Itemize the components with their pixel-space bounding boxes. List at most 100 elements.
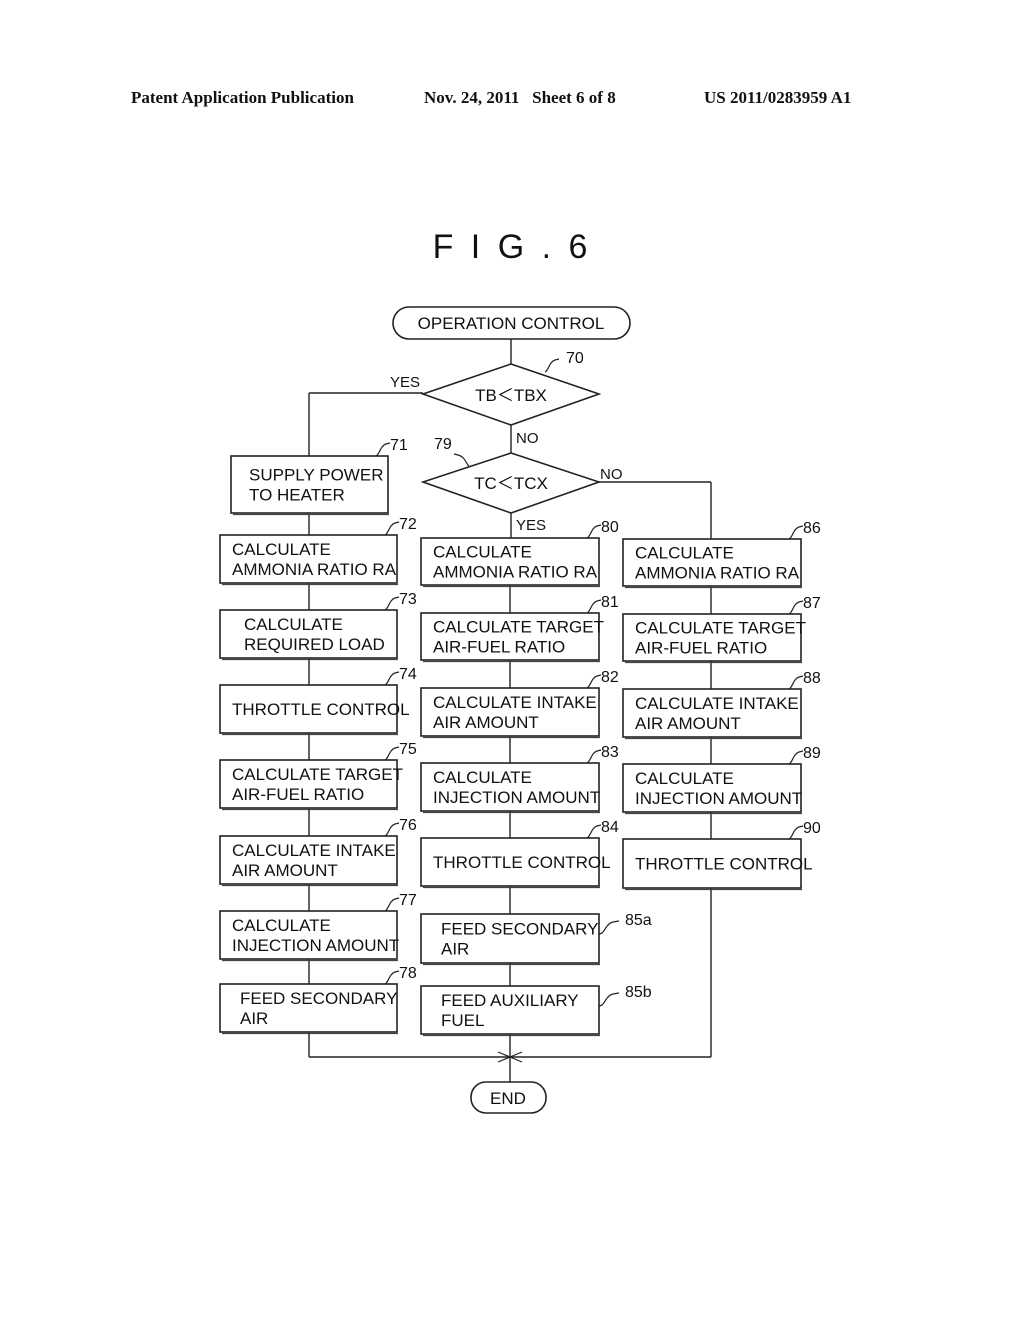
process-box-81: CALCULATE TARGETAIR-FUEL RATIO (420, 612, 604, 663)
leader-71 (375, 442, 391, 457)
process-box-text: SUPPLY POWER (249, 466, 383, 485)
ref-74: 74 (399, 666, 417, 683)
decision-70-yes-label: YES (390, 374, 420, 391)
leader-86 (788, 525, 804, 540)
process-box-text: FEED AUXILIARY (441, 991, 579, 1010)
ref-86: 86 (803, 520, 821, 537)
process-box-text: AIR AMOUNT (635, 714, 741, 733)
decision-79-yes-label: YES (516, 517, 546, 534)
process-box-text: FEED SECONDARY (441, 920, 598, 939)
process-box-text: THROTTLE CONTROL (433, 853, 611, 872)
ref-88: 88 (803, 670, 821, 687)
decision-79-text: TC＜TCX (474, 474, 548, 493)
process-box-90: THROTTLE CONTROL (622, 838, 813, 891)
leader-85b (598, 992, 620, 1007)
ref-89: 89 (803, 745, 821, 762)
process-box-text: CALCULATE (433, 768, 532, 787)
leader-81 (586, 599, 602, 614)
ref-84: 84 (601, 819, 619, 836)
process-box-text: AIR (441, 940, 469, 959)
leader-85a (598, 920, 620, 935)
process-box-text: AIR (240, 1009, 268, 1028)
process-box-text: AIR-FUEL RATIO (635, 639, 767, 658)
process-box-83: CALCULATEINJECTION AMOUNT (420, 762, 600, 814)
ref-71: 71 (390, 437, 408, 454)
process-box-76: CALCULATE INTAKEAIR AMOUNT (219, 835, 398, 887)
process-box-84: THROTTLE CONTROL (420, 837, 611, 889)
ref-87: 87 (803, 595, 821, 612)
start-terminal: OPERATION CONTROL (392, 306, 631, 340)
process-box-text: CALCULATE (244, 615, 343, 634)
process-box-text: INJECTION AMOUNT (635, 789, 802, 808)
leader-75 (384, 746, 400, 761)
end-terminal-text: END (490, 1089, 526, 1108)
leader-83 (586, 749, 602, 764)
process-box-73: CALCULATEREQUIRED LOAD (219, 609, 398, 661)
process-box-text: AMMONIA RATIO RA (433, 563, 598, 582)
process-box-80: CALCULATEAMMONIA RATIO RA (420, 537, 600, 588)
leader-74 (384, 671, 400, 686)
leader-84 (586, 824, 602, 839)
process-box-text: CALCULATE (635, 769, 734, 788)
process-box-text: AIR-FUEL RATIO (433, 638, 565, 657)
process-box-text: AIR AMOUNT (232, 861, 338, 880)
process-box-text: THROTTLE CONTROL (635, 855, 813, 874)
ref-80: 80 (601, 519, 619, 536)
process-box-88: CALCULATE INTAKEAIR AMOUNT (622, 688, 802, 740)
decision-70-text: TB＜TBX (475, 386, 547, 405)
leader-79 (453, 453, 471, 468)
flowchart: OPERATION CONTROL TB＜TBX 70 YES NO TC＜TCX 79 NO… (219, 306, 821, 1114)
end-terminal: END (470, 1081, 547, 1114)
process-box-text: CALCULATE TARGET (433, 618, 604, 637)
ref-82: 82 (601, 669, 619, 686)
leader-90 (788, 825, 804, 840)
ref-76: 76 (399, 817, 417, 834)
leader-76 (384, 822, 400, 837)
process-box-text: INJECTION AMOUNT (232, 936, 399, 955)
process-box-71: SUPPLY POWERTO HEATER (230, 455, 389, 516)
process-box-89: CALCULATEINJECTION AMOUNT (622, 763, 802, 815)
process-box-text: INJECTION AMOUNT (433, 788, 600, 807)
decision-70: TB＜TBX (420, 363, 602, 426)
leader-80 (586, 524, 602, 539)
ref-85b: 85b (625, 984, 652, 1001)
leader-70 (544, 358, 560, 373)
process-box-text: CALCULATE TARGET (635, 619, 806, 638)
ref-79: 79 (434, 436, 452, 453)
process-box-text: CALCULATE INTAKE (433, 693, 597, 712)
process-box-text: CALCULATE INTAKE (635, 694, 799, 713)
ref-75: 75 (399, 741, 417, 758)
process-box-text: THROTTLE CONTROL (232, 700, 410, 719)
process-box-text: TO HEATER (249, 486, 345, 505)
start-terminal-text: OPERATION CONTROL (418, 314, 605, 333)
process-box-86: CALCULATEAMMONIA RATIO RA (622, 538, 802, 589)
process-box-text: FUEL (441, 1011, 484, 1030)
process-box-75: CALCULATE TARGETAIR-FUEL RATIO (219, 759, 403, 811)
ref-78: 78 (399, 965, 417, 982)
nodes: OPERATION CONTROL TB＜TBX 70 YES NO TC＜TCX 79 NO… (219, 306, 821, 1114)
process-box-text: AIR-FUEL RATIO (232, 785, 364, 804)
decision-70-no-label: NO (516, 430, 539, 447)
leader-89 (788, 750, 804, 765)
process-box-text: CALCULATE INTAKE (232, 841, 396, 860)
process-box-text: AMMONIA RATIO RA (635, 564, 800, 583)
process-box-78: FEED SECONDARYAIR (219, 983, 398, 1035)
ref-73: 73 (399, 591, 417, 608)
leader-88 (788, 675, 804, 690)
decision-79-no-label: NO (600, 466, 623, 483)
process-box-72: CALCULATEAMMONIA RATIO RA (219, 534, 398, 586)
ref-85a: 85a (625, 912, 652, 929)
process-box-74: THROTTLE CONTROL (219, 684, 410, 736)
leader-82 (586, 674, 602, 689)
process-box-text: CALCULATE (232, 540, 331, 559)
process-box-text: CALCULATE (232, 916, 331, 935)
leader-77 (384, 897, 400, 912)
process-box-text: FEED SECONDARY (240, 989, 397, 1008)
process-box-85a: FEED SECONDARYAIR (420, 913, 600, 966)
process-box-85b: FEED AUXILIARYFUEL (420, 985, 600, 1037)
ref-77: 77 (399, 892, 417, 909)
process-box-text: CALCULATE (433, 543, 532, 562)
ref-72: 72 (399, 516, 417, 533)
ref-70: 70 (566, 350, 584, 367)
ref-90: 90 (803, 820, 821, 837)
